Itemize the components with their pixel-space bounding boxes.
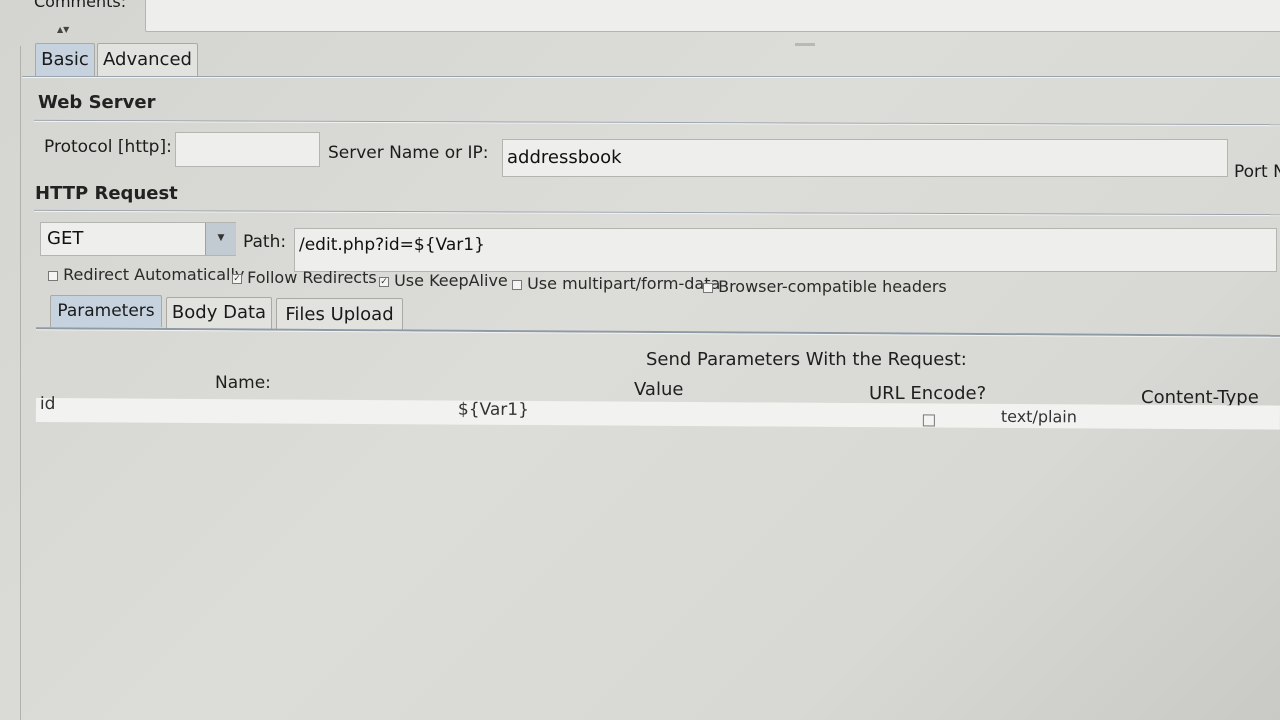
use-keepalive-checkbox[interactable]: ✓ (379, 276, 389, 287)
protocol-label: Protocol [http]: (44, 137, 172, 157)
use-multipart-checkbox[interactable] (512, 279, 522, 290)
http-request-rule (34, 209, 1280, 217)
comments-row: Comments: ▲▼ (0, 0, 1280, 46)
tab-parameters[interactable]: Parameters (50, 295, 162, 327)
browser-compatible-checkbox[interactable] (703, 282, 713, 293)
browser-compatible-label: Browser-compatible headers (718, 277, 947, 296)
protocol-input[interactable] (175, 132, 320, 167)
tabs-divider (22, 76, 1280, 78)
option-follow-redirects[interactable]: ✓ Follow Redirects (232, 268, 377, 287)
use-multipart-label: Use multipart/form-data (527, 274, 721, 293)
param-name-cell[interactable]: id (40, 394, 56, 414)
server-name-label: Server Name or IP: (328, 143, 489, 163)
option-browser-compatible[interactable]: Browser-compatible headers (703, 277, 947, 296)
column-value: Value (634, 379, 684, 400)
tab-advanced-label: Advanced (103, 49, 192, 70)
server-name-input[interactable]: addressbook (502, 139, 1228, 177)
collapse-arrows-icon[interactable]: ▲▼ (57, 25, 69, 34)
tab-body-data-label: Body Data (171, 302, 267, 323)
comments-field[interactable] (145, 0, 1280, 32)
column-name: Name: (215, 373, 271, 393)
parameters-title: Send Parameters With the Request: (646, 349, 967, 370)
param-value-cell[interactable]: ${Var1} (458, 400, 529, 420)
method-value: GET (47, 228, 84, 249)
tab-parameters-label: Parameters (57, 301, 155, 321)
tab-body-data[interactable]: Body Data (166, 297, 272, 329)
web-server-title: Web Server (38, 92, 156, 113)
comments-label: Comments: (34, 0, 127, 11)
path-input[interactable]: /edit.php?id=${Var1} (294, 228, 1277, 272)
subtabs-divider (36, 327, 1280, 338)
follow-redirects-checkbox[interactable]: ✓ (232, 273, 242, 284)
path-label: Path: (243, 232, 287, 252)
option-use-keepalive[interactable]: ✓ Use KeepAlive (379, 271, 508, 290)
tab-basic[interactable]: Basic (35, 43, 95, 76)
http-request-title: HTTP Request (35, 183, 178, 204)
left-panel-edge (20, 46, 21, 720)
redirect-automatically-checkbox[interactable] (48, 270, 58, 281)
option-redirect-automatically[interactable]: Redirect Automatically (48, 265, 244, 284)
splitter-handle[interactable] (795, 43, 815, 46)
param-content-type-cell[interactable]: text/plain (1001, 407, 1077, 426)
column-url-encode: URL Encode? (869, 383, 987, 404)
port-label: Port N (1234, 162, 1280, 182)
follow-redirects-label: Follow Redirects (247, 268, 377, 287)
option-use-multipart[interactable]: Use multipart/form-data (512, 274, 720, 293)
redirect-automatically-label: Redirect Automatically (63, 265, 245, 284)
tab-basic-label: Basic (41, 49, 89, 70)
tab-files-upload[interactable]: Files Upload (276, 298, 403, 331)
use-keepalive-label: Use KeepAlive (394, 271, 508, 290)
table-row[interactable]: id ${Var1} text/plain (35, 394, 1280, 430)
chevron-down-icon[interactable]: ▼ (205, 223, 236, 255)
web-server-rule (34, 119, 1280, 127)
tab-files-upload-label: Files Upload (285, 304, 394, 325)
tab-advanced[interactable]: Advanced (97, 43, 198, 76)
url-encode-checkbox[interactable] (922, 413, 935, 426)
